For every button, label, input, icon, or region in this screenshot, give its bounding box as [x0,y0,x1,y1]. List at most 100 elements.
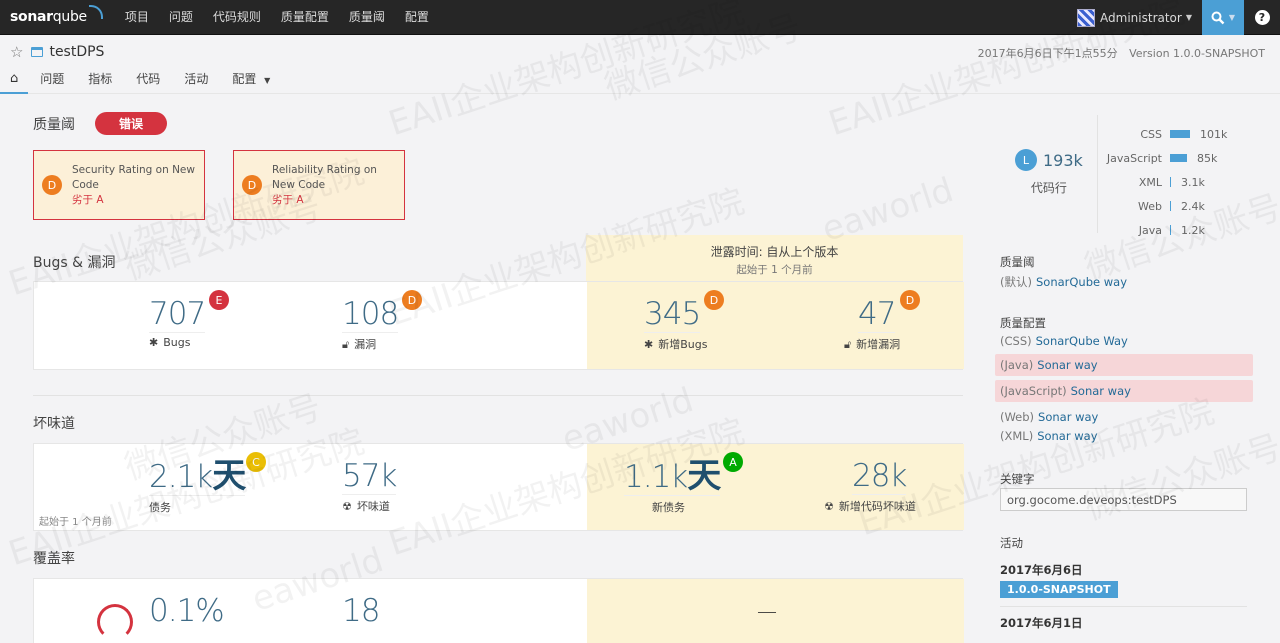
activity-date: 2017年6月1日 [1000,616,1083,630]
language-row[interactable]: Web 2.4k [1100,194,1227,218]
nav-quality-gates[interactable]: 质量阈 [339,0,395,35]
coverage-measure[interactable]: 0.1% [149,593,225,629]
nav-rules[interactable]: 代码规则 [203,0,271,35]
coverage-card: 0.1% 18 — [33,578,964,643]
debt-measure[interactable]: 2.1k天 C 债务 [149,452,266,515]
user-menu[interactable]: Administrator ▼ [1077,8,1192,27]
lock-icon: 🔓︎ [844,338,852,351]
project-tabs: ⌂ 问题 指标 代码 活动 配置 ▼ [0,68,282,94]
language-name: JavaScript [1106,151,1162,165]
new-bugs-measure[interactable]: 345 D ✱ 新增Bugs [644,290,724,352]
project-version: Version 1.0.0-SNAPSHOT [1129,47,1265,60]
tab-measures[interactable]: 指标 [76,68,124,94]
profile-language: (CSS) [1000,334,1032,348]
favorite-star-icon[interactable]: ☆ [10,43,23,61]
lock-icon: 🔓︎ [342,338,350,351]
size-badge: L [1015,149,1037,171]
project-header: ☆ testDPS 2017年6月6日下午1点55分 Version 1.0.0… [0,36,1280,94]
caret-down-icon: ▼ [264,76,271,85]
main-nav: 项目 问题 代码规则 质量配置 质量阈 配置 [115,0,439,35]
code-smells-measure[interactable]: 57k ☢ 坏味道 [342,458,397,514]
project-name[interactable]: testDPS [49,44,104,60]
rating-badge: D [242,175,262,195]
bug-icon: ✱ [644,338,654,351]
language-bar [1170,130,1190,138]
new-coverage-measure[interactable]: — [757,593,777,629]
quality-profile-row: (Java) Sonar way [995,354,1253,376]
language-name: XML [1138,175,1162,189]
vulnerabilities-measure[interactable]: 108 D 🔓︎ 漏洞 [342,290,422,352]
radiation-icon: ☢ [824,500,834,513]
language-value: 2.4k [1181,199,1205,213]
loc-value: 193k [1043,150,1083,170]
quality-gate-link[interactable]: SonarQube way [1036,275,1127,289]
language-bar [1170,225,1171,235]
rating-badge: A [723,452,743,472]
profile-language: (Web) [1000,410,1035,424]
quality-profile-row: (Web) Sonar way [1000,410,1098,424]
coverage-section-title: 覆盖率 [33,551,75,567]
quality-gate-condition[interactable]: D Reliability Rating on New Code 劣于 A [233,150,405,220]
help-button[interactable]: ? [1244,0,1280,35]
profile-language: (Java) [1000,358,1034,372]
new-code-smells-measure[interactable]: 28k ☢ 新增代码坏味道 [824,458,916,514]
sonarqube-logo[interactable]: sonar qube [10,5,103,25]
lines-of-code[interactable]: L 193k 代码行 [1015,149,1083,196]
caret-down-icon: ▼ [1228,13,1236,22]
nav-quality-profiles[interactable]: 质量配置 [271,0,339,35]
bugs-measure[interactable]: 707 E ✱ Bugs [149,290,229,349]
language-name: CSS [1140,127,1162,141]
condition-threshold: 劣于 A [272,193,304,206]
nav-projects[interactable]: 项目 [115,0,159,35]
since-label: 起始于 1 个月前 [39,517,112,528]
language-row[interactable]: CSS 101k [1100,122,1227,146]
quality-gate-condition[interactable]: D Security Rating on New Code 劣于 A [33,150,205,220]
project-key-field[interactable] [1000,488,1247,511]
leak-period-title: 泄露时间: 自从上个版本 [710,245,839,259]
language-bar [1170,177,1171,187]
new-vulnerabilities-measure[interactable]: 47 D 🔓︎ 新增漏洞 [844,290,920,352]
tab-code[interactable]: 代码 [124,68,172,94]
activity-heading: 活动 [1000,536,1023,550]
watermark-text: 微信公众账号 [1079,427,1280,529]
bug-icon: ✱ [149,336,159,349]
tests-measure[interactable]: 18 [342,593,380,629]
quality-profile-link[interactable]: Sonar way [1038,410,1098,424]
quality-gate-link-row: (默认) SonarQube way [1000,275,1128,289]
language-row[interactable]: Java 1.2k [1100,218,1227,242]
quality-profile-link[interactable]: Sonar way [1071,384,1131,398]
condition-metric: Security Rating on New Code [72,163,195,191]
language-value: 1.2k [1181,223,1205,237]
tab-activity[interactable]: 活动 [172,68,220,94]
nav-administration[interactable]: 配置 [395,0,439,35]
avatar [1077,8,1096,27]
quality-gate-badge: 错误 [95,112,168,135]
quality-profile-link[interactable]: Sonar way [1037,358,1097,372]
home-icon: ⌂ [10,71,19,86]
bugs-section-title: Bugs & 漏洞 [33,255,116,271]
quality-profile-link[interactable]: SonarQube Way [1036,334,1128,348]
nav-issues[interactable]: 问题 [159,0,203,35]
quality-gate-title: 质量阈 [33,116,75,133]
tab-issues[interactable]: 问题 [28,68,76,94]
bugs-card: 707 E ✱ Bugs 108 D 🔓︎ 漏洞 345 D ✱ 新增Bugs 47 … [33,281,964,370]
version-tag: 1.0.0-SNAPSHOT [1000,581,1118,598]
profile-language: (JavaScript) [1000,384,1067,398]
search-button[interactable]: ▼ [1202,0,1244,35]
new-debt-measure[interactable]: 1.1k天 A 新债务 [624,452,743,515]
project-icon [31,47,44,57]
rating-badge: D [402,290,422,310]
tab-administration[interactable]: 配置 ▼ [220,68,282,94]
radiation-icon: ☢ [342,500,352,513]
rating-badge: D [704,290,724,310]
analysis-date: 2017年6月6日下午1点55分 [977,47,1118,60]
language-value: 3.1k [1181,175,1205,189]
quality-profile-link[interactable]: Sonar way [1037,429,1097,443]
language-row[interactable]: JavaScript 85k [1100,146,1227,170]
language-row[interactable]: XML 3.1k [1100,170,1227,194]
language-name: Java [1138,223,1162,237]
tab-home[interactable]: ⌂ [0,68,29,94]
loc-label: 代码行 [1030,181,1067,195]
top-navbar: sonar qube 项目 问题 代码规则 质量配置 质量阈 配置 Adminis… [0,0,1280,35]
profile-language: (XML) [1000,429,1034,443]
